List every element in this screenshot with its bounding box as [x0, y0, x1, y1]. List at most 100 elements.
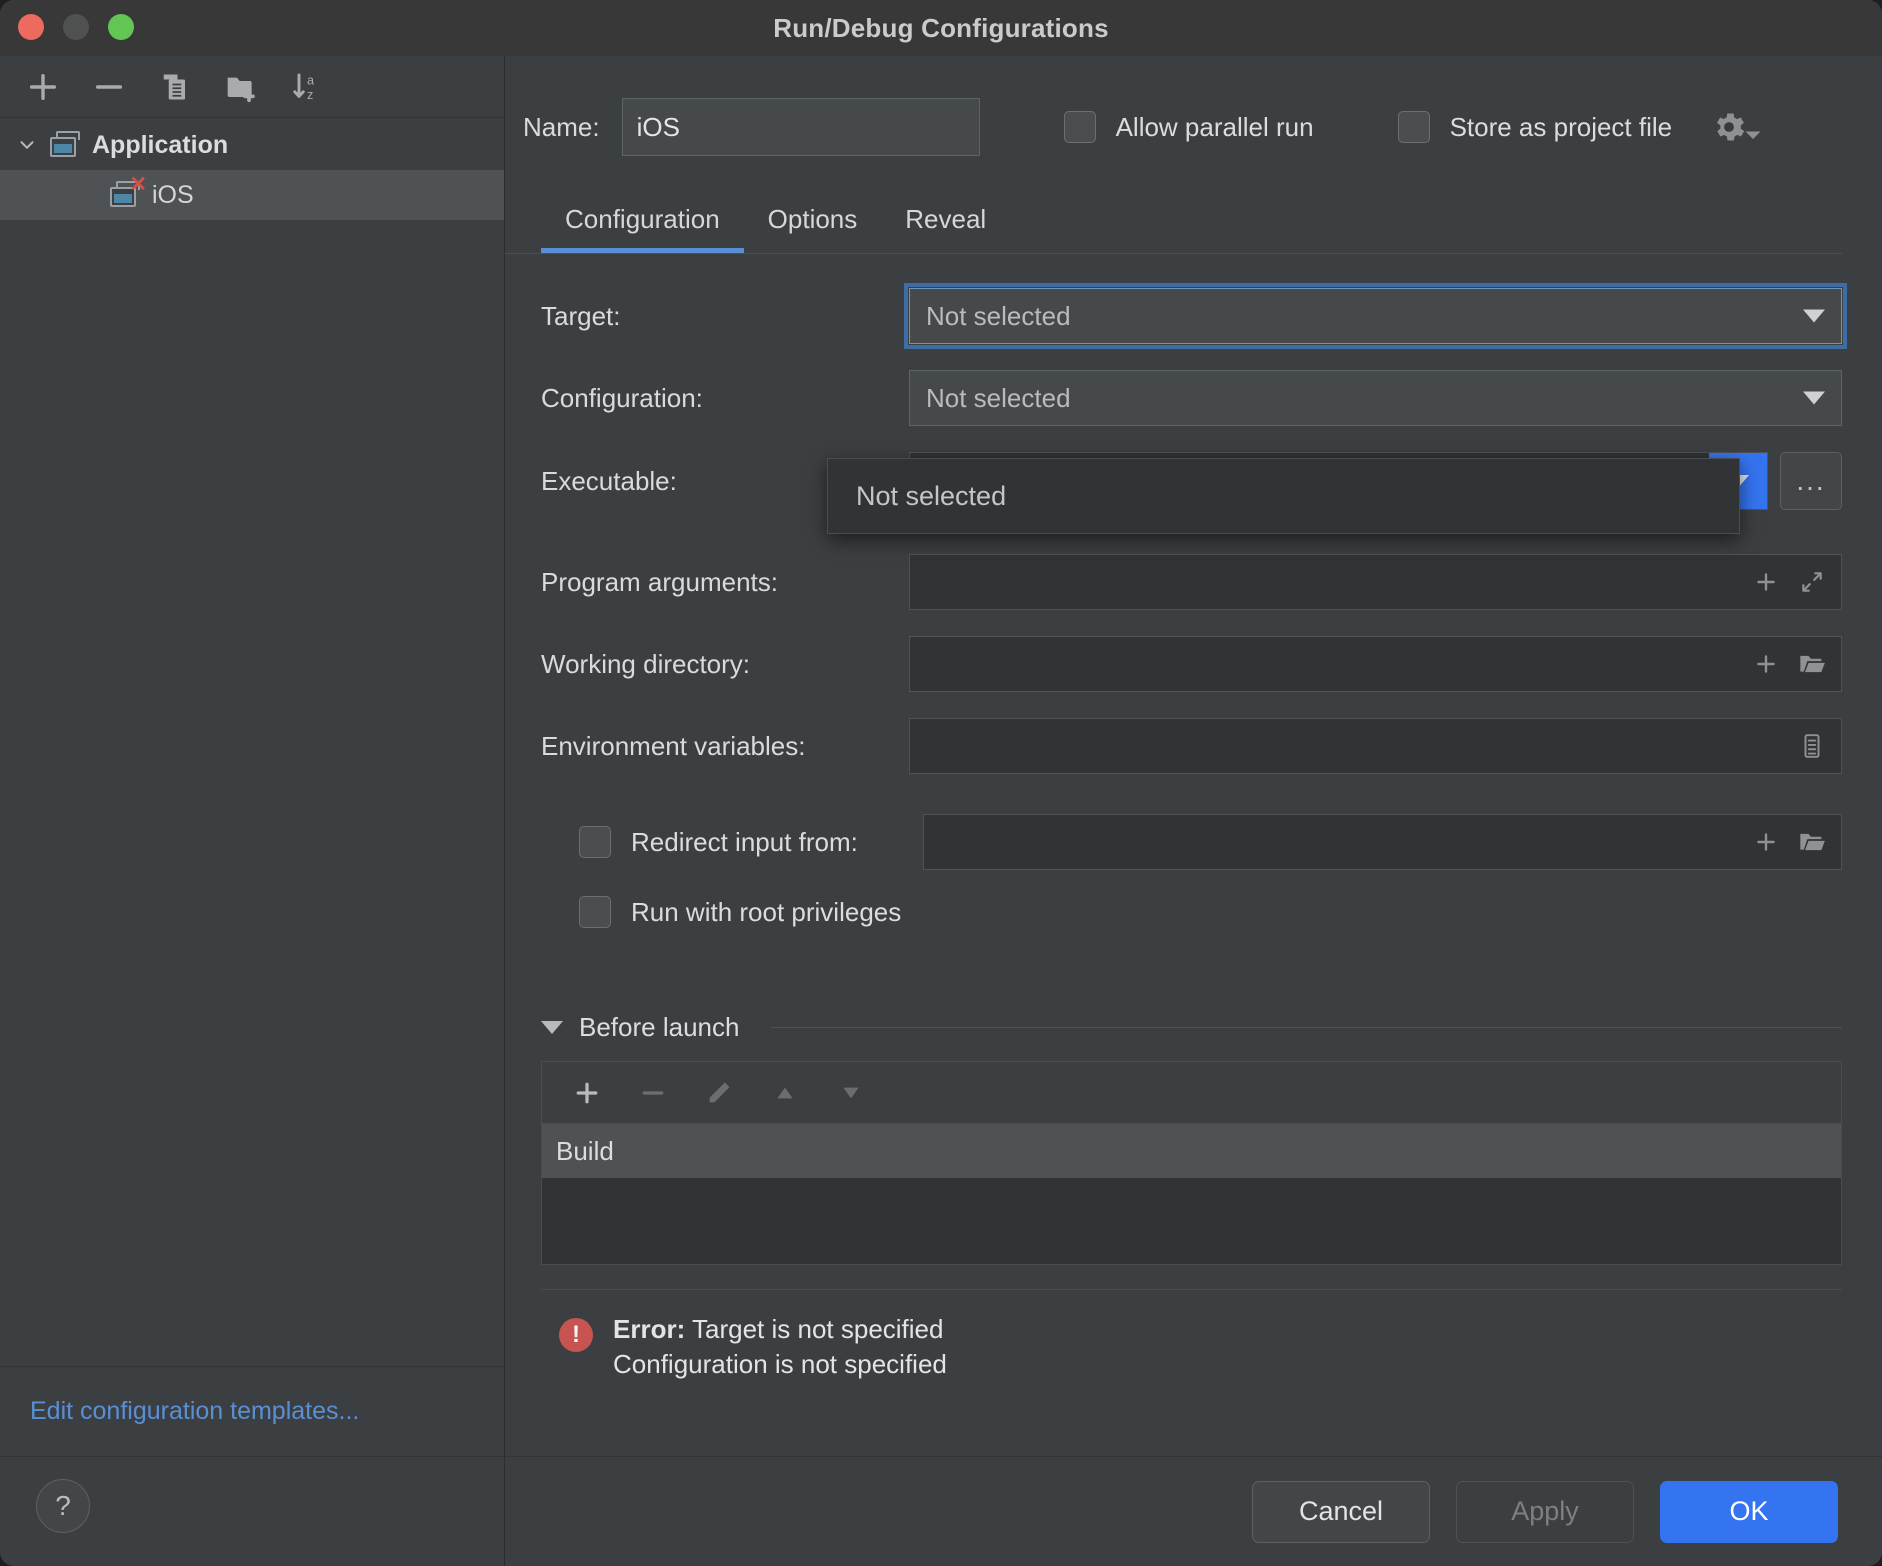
remove-configuration-button[interactable]	[88, 66, 130, 108]
redirect-input-checkbox[interactable]	[579, 826, 611, 858]
before-launch-move-up-button[interactable]	[768, 1076, 802, 1110]
error-prefix: Error:	[613, 1314, 686, 1344]
configuration-form: Target: Not selected Configuration: Not …	[505, 254, 1847, 1382]
allow-parallel-run-group[interactable]: Allow parallel run	[1063, 111, 1314, 143]
triangle-down-icon[interactable]	[541, 1021, 563, 1034]
error-line-2: Configuration is not specified	[613, 1349, 947, 1380]
edit-configuration-templates-link[interactable]: Edit configuration templates...	[0, 1367, 504, 1456]
traffic-lights	[18, 14, 134, 40]
before-launch-edit-button[interactable]	[702, 1076, 736, 1110]
error-icon: !	[559, 1318, 593, 1352]
target-combo[interactable]: Not selected	[904, 283, 1847, 349]
application-error-icon: ✕	[110, 174, 147, 209]
configurations-tree: Application ✕ iOS	[0, 118, 504, 1366]
run-with-root-privileges-checkbox[interactable]	[579, 896, 611, 928]
allow-parallel-run-checkbox[interactable]	[1063, 111, 1096, 143]
configuration-label: Configuration:	[541, 382, 703, 413]
dialog-title: Run/Debug Configurations	[773, 12, 1109, 43]
minimize-window-button[interactable]	[63, 14, 89, 40]
target-value: Not selected	[926, 300, 1071, 331]
before-launch-item-build[interactable]: Build	[542, 1124, 1841, 1178]
before-launch-remove-button[interactable]	[636, 1076, 670, 1110]
chevron-down-icon[interactable]	[14, 134, 40, 156]
tab-options[interactable]: Options	[744, 204, 882, 253]
store-as-project-file-label: Store as project file	[1449, 111, 1673, 142]
run-with-root-privileges-label: Run with root privileges	[631, 896, 902, 927]
application-icon	[50, 131, 82, 159]
error-banner: ! Error: Target is not specified Configu…	[541, 1289, 1842, 1382]
sort-alphabetical-button[interactable]: a z	[286, 66, 328, 108]
svg-text:a: a	[307, 73, 315, 87]
editor-scroll-area: Name: iOS Allow parallel run Store as pr…	[505, 56, 1882, 1456]
configuration-combo[interactable]: Not selected	[909, 370, 1842, 426]
cancel-button[interactable]: Cancel	[1252, 1480, 1430, 1543]
working-directory-label: Working directory:	[541, 648, 751, 679]
program-arguments-input[interactable]	[909, 554, 1842, 610]
name-label: Name:	[523, 111, 600, 142]
environment-variables-label: Environment variables:	[541, 730, 806, 761]
ok-button[interactable]: OK	[1660, 1480, 1838, 1543]
folder-icon[interactable]	[1797, 827, 1827, 857]
before-launch-header[interactable]: Before launch	[541, 1012, 1842, 1043]
before-launch-list: Build	[542, 1124, 1841, 1264]
chevron-down-icon	[1803, 309, 1825, 323]
working-directory-row: Working directory:	[541, 636, 1842, 692]
before-launch-section: Before launch Build	[541, 954, 1842, 1265]
apply-button[interactable]: Apply	[1456, 1480, 1634, 1543]
list-icon[interactable]	[1797, 731, 1827, 761]
error-line-1: Target is not specified	[685, 1314, 944, 1344]
chevron-down-icon	[1803, 391, 1825, 405]
store-as-project-file-group[interactable]: Store as project file	[1397, 108, 1763, 146]
folder-icon[interactable]	[1797, 649, 1827, 679]
sidebar-item-ios[interactable]: ✕ iOS	[0, 170, 504, 220]
name-input[interactable]: iOS	[621, 98, 980, 156]
dialog-footer: Cancel Apply OK	[505, 1456, 1882, 1566]
tab-configuration[interactable]: Configuration	[541, 204, 744, 253]
plus-icon[interactable]	[1751, 827, 1781, 857]
expand-icon[interactable]	[1797, 567, 1827, 597]
svg-text:z: z	[307, 88, 313, 102]
target-label: Target:	[541, 300, 621, 331]
configuration-editor: Name: iOS Allow parallel run Store as pr…	[505, 56, 1882, 1566]
run-with-root-privileges-row[interactable]: Run with root privileges	[541, 896, 1842, 928]
add-configuration-button[interactable]	[22, 66, 64, 108]
redirect-input-checkbox-group[interactable]: Redirect input from:	[541, 826, 909, 858]
target-dropdown-popup[interactable]: Not selected	[827, 458, 1740, 534]
sidebar-footer: Edit configuration templates...	[0, 1366, 504, 1456]
zoom-window-button[interactable]	[108, 14, 134, 40]
copy-configuration-button[interactable]	[154, 66, 196, 108]
error-message: Error: Target is not specified Configura…	[613, 1312, 947, 1382]
before-launch-add-button[interactable]	[570, 1076, 604, 1110]
before-launch-panel: Build	[541, 1061, 1842, 1265]
tab-reveal[interactable]: Reveal	[881, 204, 1010, 253]
editor-tabs: Configuration Options Reveal	[505, 156, 1842, 253]
redirect-input-row: Redirect input from:	[541, 814, 1842, 870]
program-arguments-row: Program arguments:	[541, 554, 1842, 610]
name-row: Name: iOS Allow parallel run Store as pr…	[505, 56, 1842, 156]
configuration-value: Not selected	[926, 382, 1071, 413]
help-button[interactable]: ?	[36, 1479, 90, 1533]
redirect-input-field[interactable]	[923, 814, 1842, 870]
section-divider	[771, 1027, 1842, 1028]
run-debug-configurations-dialog: Run/Debug Configurations a z Application…	[0, 0, 1882, 1566]
dialog-body: a z Application ✕ iOS Edit configuration…	[0, 56, 1882, 1566]
redirect-input-label: Redirect input from:	[631, 826, 858, 857]
before-launch-move-down-button[interactable]	[834, 1076, 868, 1110]
title-bar: Run/Debug Configurations	[0, 0, 1882, 56]
plus-icon[interactable]	[1751, 567, 1781, 597]
plus-icon[interactable]	[1751, 649, 1781, 679]
gear-icon[interactable]	[1710, 108, 1762, 146]
close-window-button[interactable]	[18, 14, 44, 40]
executable-browse-button[interactable]: ...	[1780, 452, 1842, 510]
new-folder-button[interactable]	[220, 66, 262, 108]
sidebar-toolbar: a z	[0, 56, 504, 118]
run-with-root-privileges-group[interactable]: Run with root privileges	[541, 896, 901, 928]
configuration-row: Configuration: Not selected	[541, 370, 1842, 426]
environment-variables-input[interactable]	[909, 718, 1842, 774]
working-directory-input[interactable]	[909, 636, 1842, 692]
target-option-not-selected[interactable]: Not selected	[828, 459, 1739, 533]
allow-parallel-run-label: Allow parallel run	[1115, 111, 1314, 142]
store-as-project-file-checkbox[interactable]	[1397, 111, 1430, 143]
before-launch-toolbar	[542, 1062, 1841, 1124]
tree-group-application[interactable]: Application	[0, 120, 504, 170]
